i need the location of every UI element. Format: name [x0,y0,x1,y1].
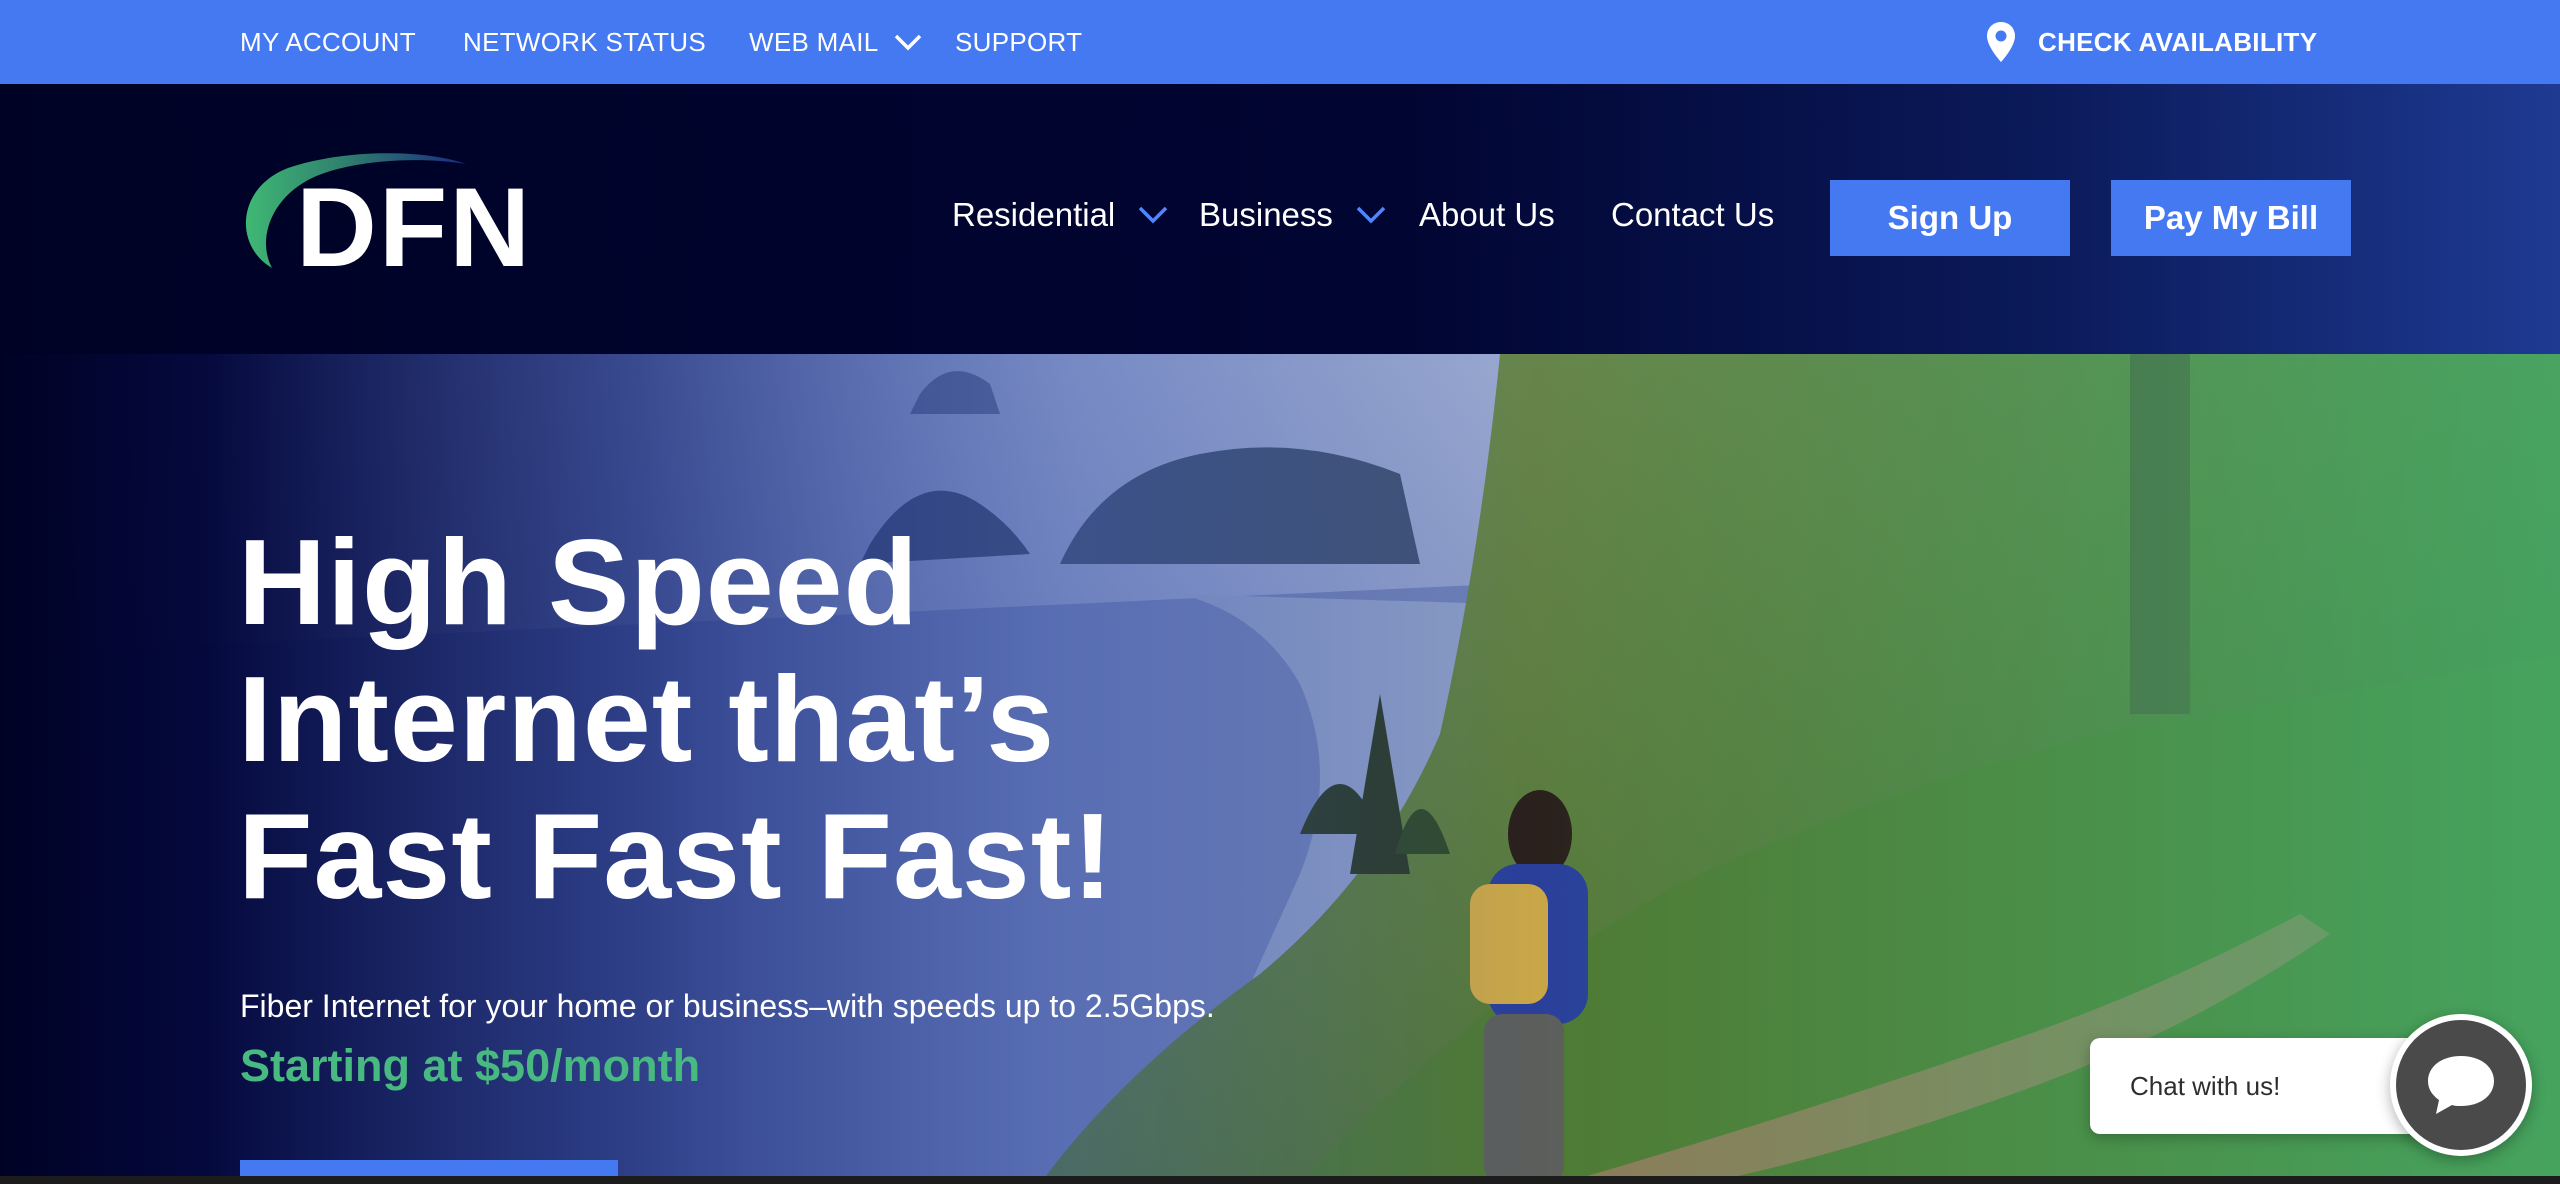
check-availability-link[interactable]: CHECK AVAILABILITY [1986,0,2317,84]
network-status-link[interactable]: NETWORK STATUS [463,0,706,84]
location-pin-icon [1987,22,2015,62]
network-status-label: NETWORK STATUS [463,26,707,57]
chat-prompt-label: Chat with us! [2130,1070,2281,1101]
nav-about-us[interactable]: About Us [1419,190,1555,240]
web-mail-dropdown[interactable]: WEB MAIL [749,0,923,84]
support-link[interactable]: SUPPORT [955,0,1082,84]
pay-my-bill-button[interactable]: Pay My Bill [2111,180,2351,256]
chevron-down-icon [1356,206,1386,224]
dfn-logo[interactable]: DFN [238,150,598,280]
check-availability-label: CHECK AVAILABILITY [2038,26,2318,57]
chevron-down-icon [1139,206,1168,224]
sign-up-button[interactable]: Sign Up [1830,180,2070,256]
nav-contact-label: Contact Us [1611,196,1775,233]
nav-residential[interactable]: Residential [952,190,1169,240]
chat-launcher-button[interactable] [2390,1014,2532,1156]
nav-about-label: About Us [1419,196,1555,233]
hero-headline-line-1: High Speed [238,514,920,650]
hero-headline-line-3: Fast Fast Fast! [238,788,1114,924]
hero-price: Starting at $50/month [240,1040,701,1091]
web-mail-label: WEB MAIL [749,26,879,57]
nav-business-label: Business [1199,196,1333,233]
pay-my-bill-label: Pay My Bill [2143,199,2319,236]
hero-subtitle: Fiber Internet for your home or business… [240,988,1215,1024]
nav-residential-label: Residential [952,196,1116,233]
chat-bubble-icon [2428,1056,2494,1114]
chevron-down-icon [894,34,921,51]
nav-business[interactable]: Business [1199,190,1387,240]
site-header: DFN Residential Business About Us Contac… [0,84,2560,354]
sign-up-label: Sign Up [1887,199,2013,236]
nav-contact-us[interactable]: Contact Us [1611,190,1774,240]
hero-headline-line-2: Internet that’s [238,651,1056,787]
utility-bar: MY ACCOUNT NETWORK STATUS WEB MAIL SUPPO… [0,0,2560,84]
chat-prompt-bubble[interactable]: Chat with us! [2090,1038,2430,1134]
my-account-link[interactable]: MY ACCOUNT [240,0,416,84]
hero-headline: High Speed Internet that’s Fast Fast Fas… [238,514,1238,925]
window-bottom-edge [0,1176,2560,1184]
support-label: SUPPORT [955,26,1083,57]
logo-text: DFN [296,165,532,280]
my-account-label: MY ACCOUNT [240,26,416,57]
